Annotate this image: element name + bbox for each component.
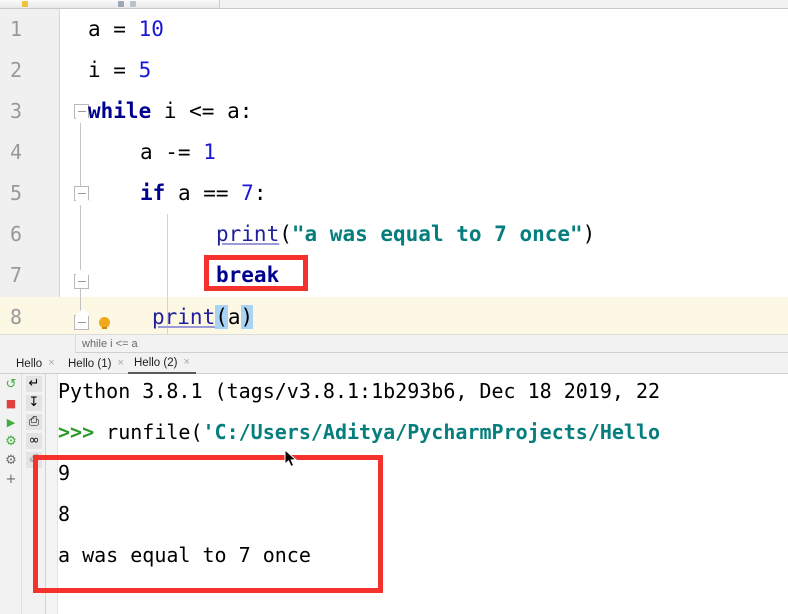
code-line-6: print("a was equal to 7 once") xyxy=(216,214,595,255)
console-run-line: >>> runfile('C:/Users/Aditya/PycharmProj… xyxy=(58,412,660,453)
line-number: 7 xyxy=(10,263,23,287)
line-number: 3 xyxy=(10,99,23,123)
code-line-7: break xyxy=(216,255,279,296)
breadcrumb-gutter-seg xyxy=(0,335,76,353)
code-line-8: print(a) xyxy=(152,297,254,338)
toolbar-strip xyxy=(0,0,220,8)
code-colon: : xyxy=(253,181,267,205)
code-editor[interactable]: 1 2 3 4 5 6 7 8 a = 10 i = 5 while i <= … xyxy=(0,9,788,339)
code-function-print: print xyxy=(152,305,216,329)
code-line-2: i = 5 xyxy=(88,50,151,91)
console-runfile: runfile( xyxy=(106,420,203,444)
code-line-3: while i <= a: xyxy=(88,91,252,132)
tab-label: Hello (2) xyxy=(134,356,178,369)
main-toolbar-clipped xyxy=(0,0,788,9)
console-banner: Python 3.8.1 (tags/v3.8.1:1b293b6, Dec 1… xyxy=(58,379,661,403)
tab-label: Hello (1) xyxy=(68,357,112,370)
code-paren: ( xyxy=(279,222,292,246)
code-function-print: print xyxy=(216,222,280,246)
add-icon[interactable]: + xyxy=(3,472,19,488)
code-keyword-break: break xyxy=(216,263,280,287)
pycharm-window: 1 2 3 4 5 6 7 8 a = 10 i = 5 while i <= … xyxy=(0,0,788,614)
tab-hello[interactable]: Hello × xyxy=(10,353,61,374)
line-number: 2 xyxy=(10,58,23,82)
close-icon[interactable]: × xyxy=(117,358,123,369)
intention-bulb-icon[interactable] xyxy=(99,317,110,329)
breadcrumb-bar: while i <= a xyxy=(0,334,788,353)
code-var: a xyxy=(88,17,101,41)
console-gutter xyxy=(46,374,58,614)
close-icon[interactable]: × xyxy=(48,358,54,369)
code-paren: ) xyxy=(582,222,596,246)
code-expr: a -= xyxy=(140,140,204,164)
console-file-path: 'C:/Users/Aditya/PycharmProjects/Hello xyxy=(202,420,661,444)
code-number: 7 xyxy=(241,181,254,205)
code-condition: i <= a: xyxy=(151,99,253,123)
close-icon[interactable]: × xyxy=(183,357,189,368)
code-var: i xyxy=(88,58,101,82)
tab-label: Hello xyxy=(16,357,43,370)
line-number: 4 xyxy=(10,140,23,164)
fold-marker-line-3[interactable] xyxy=(74,104,89,119)
breadcrumb[interactable]: while i <= a xyxy=(82,335,138,353)
code-line-5: if a == 7: xyxy=(140,173,266,214)
console-output-line: 9 xyxy=(58,461,71,485)
python-console[interactable]: ↺ ■ ▶ ⚙ ⚙ + ↵ ↧ ⎙ ∞ ✐ Python 3.8.1 (tags… xyxy=(0,374,788,614)
run-icon[interactable]: ▶ xyxy=(3,415,19,431)
console-output-line: 8 xyxy=(58,502,71,526)
attach-icon[interactable]: ✐ xyxy=(26,452,42,468)
rerun-icon[interactable]: ↺ xyxy=(3,377,19,393)
code-number: 5 xyxy=(138,58,152,82)
code-string: "a was equal to 7 once" xyxy=(291,222,583,246)
toolbar-bulb-icon[interactable] xyxy=(22,1,28,7)
console-prompt: >>> xyxy=(58,420,107,444)
code-op: = xyxy=(100,17,139,41)
settings-icon[interactable]: ⚙ xyxy=(3,453,19,469)
print-icon[interactable]: ⎙ xyxy=(26,414,42,430)
code-arg: a xyxy=(227,305,241,329)
code-paren-open-highlight: ( xyxy=(215,305,228,329)
code-keyword-if: if xyxy=(140,181,166,205)
code-number: 10 xyxy=(138,17,164,41)
line-number: 5 xyxy=(10,181,23,205)
toolbar-icon-a[interactable] xyxy=(118,1,124,7)
code-op: = xyxy=(100,58,139,82)
fold-marker-line-8[interactable] xyxy=(74,315,89,330)
debug-icon[interactable]: ⚙ xyxy=(3,434,19,450)
console-output-line: a was equal to 7 once xyxy=(58,543,311,567)
code-paren-close-highlight: ) xyxy=(240,305,254,329)
history-icon[interactable]: ∞ xyxy=(26,433,42,449)
code-line-1: a = 10 xyxy=(88,9,164,50)
line-number: 1 xyxy=(10,17,23,41)
fold-marker-line-7[interactable] xyxy=(74,274,89,289)
soft-wrap-icon[interactable]: ↵ xyxy=(26,376,42,392)
code-keyword-while: while xyxy=(88,99,152,123)
toolbar-icon-b[interactable] xyxy=(130,1,136,7)
line-number: 8 xyxy=(10,305,23,329)
code-number: 1 xyxy=(203,140,216,164)
stop-icon[interactable]: ■ xyxy=(3,396,19,412)
code-expr: a == xyxy=(165,181,242,205)
line-number: 6 xyxy=(10,222,23,246)
code-line-4: a -= 1 xyxy=(140,132,216,173)
scroll-to-end-icon[interactable]: ↧ xyxy=(26,395,42,411)
current-line-highlight xyxy=(0,297,788,338)
fold-marker-line-5[interactable] xyxy=(74,186,89,201)
